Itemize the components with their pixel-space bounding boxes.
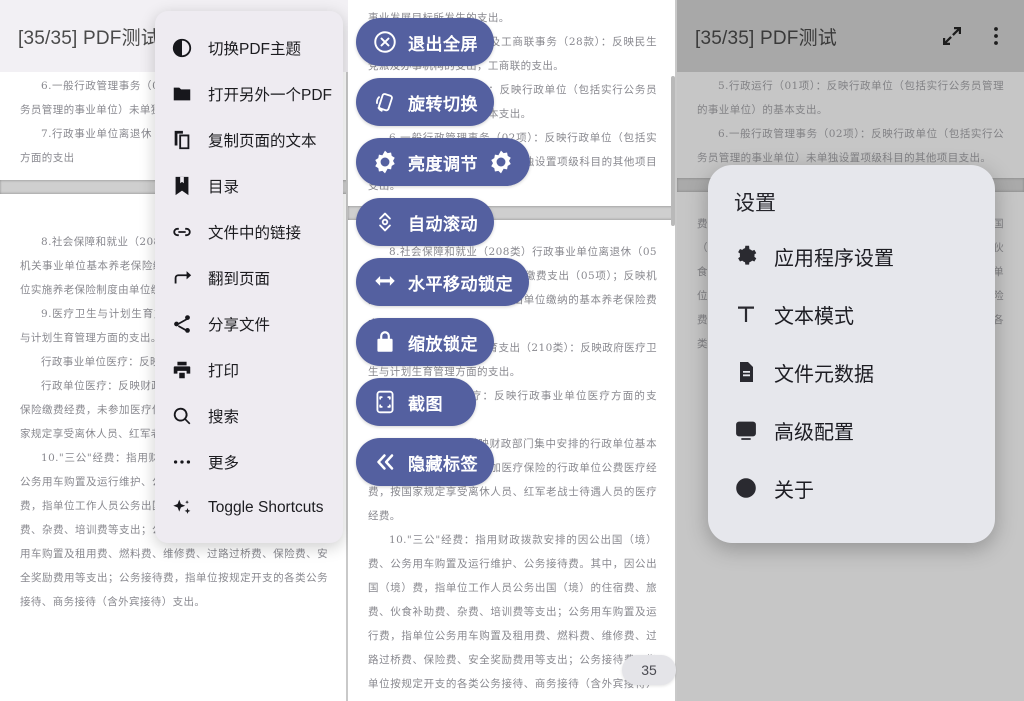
pdf-viewer-panel-left: 6.一般行政管理事务（02项）：反映行政单位（包括实行公务员管理的事业单位）未单… <box>0 0 348 701</box>
settings-item-app-settings[interactable]: 应用程序设置 <box>708 227 995 285</box>
settings-item-file-metadata[interactable]: 文件元数据 <box>708 343 995 401</box>
expand-arrows-icon[interactable] <box>940 24 964 48</box>
menu-item-label: Toggle Shortcuts <box>208 499 324 516</box>
menu-item-table-of-contents[interactable]: 目录 <box>155 163 343 209</box>
more-horizontal-icon <box>171 451 193 473</box>
menu-item-label: 文件中的链接 <box>208 225 302 242</box>
brightness-icon[interactable] <box>488 149 514 175</box>
page-number-badge[interactable]: 35 <box>622 655 676 685</box>
settings-item-label: 关于 <box>774 479 814 502</box>
settings-item-label: 文件元数据 <box>774 363 874 386</box>
settings-dialog[interactable]: 设置 应用程序设置 文本模式 文件元数据 高级配置 关于 <box>708 165 995 543</box>
menu-item-label: 目录 <box>208 179 240 196</box>
pill-label: 亮度调节 <box>408 154 478 174</box>
chevrons-left-icon <box>372 449 398 475</box>
pdf-viewer-panel-right: 5.行政运行（01项）：反映行政单位（包括实行公务员管理的事业单位）的基本支出。… <box>677 0 1024 701</box>
text-mode-icon <box>734 302 758 326</box>
pill-hide-labels[interactable]: 隐藏标签 <box>356 438 494 486</box>
menu-item-label: 打开另外一个PDF <box>208 87 333 104</box>
pdf-paragraph: 5.行政运行（01项）：反映行政单位（包括实行公务员管理的事业单位）的基本支出。… <box>677 74 1024 170</box>
auto-scroll-icon <box>372 209 398 235</box>
copy-icon <box>171 129 193 151</box>
menu-item-go-to-page[interactable]: 翻到页面 <box>155 255 343 301</box>
menu-item-search[interactable]: 搜索 <box>155 393 343 439</box>
menu-item-label: 切换PDF主题 <box>208 41 302 58</box>
print-icon <box>171 359 193 381</box>
pill-label: 缩放锁定 <box>408 334 478 354</box>
settings-item-label: 高级配置 <box>774 421 854 444</box>
pill-label: 截图 <box>408 394 443 414</box>
menu-item-open-another-pdf[interactable]: 打开另外一个PDF <box>155 71 343 117</box>
advanced-config-icon <box>734 418 758 442</box>
close-circle-icon <box>372 29 398 55</box>
share-icon <box>171 313 193 335</box>
rotate-icon <box>372 89 398 115</box>
pill-zoom-lock[interactable]: 缩放锁定 <box>356 318 494 366</box>
folder-icon <box>171 83 193 105</box>
menu-item-print[interactable]: 打印 <box>155 347 343 393</box>
menu-item-share-file[interactable]: 分享文件 <box>155 301 343 347</box>
settings-title: 设置 <box>734 192 776 215</box>
goto-page-icon <box>171 267 193 289</box>
pdf-line: 5.行政运行（01项）：反映行政单位（包括实行公务员管理的事业单位）的基本支出。 <box>697 80 1004 116</box>
pill-brightness[interactable]: 亮度调节 <box>356 138 530 186</box>
pill-label: 旋转切换 <box>408 94 478 114</box>
gear-icon <box>734 244 758 268</box>
menu-item-toggle-pdf-theme[interactable]: 切换PDF主题 <box>155 25 343 71</box>
brightness-icon <box>372 149 398 175</box>
menu-item-links-in-document[interactable]: 文件中的链接 <box>155 209 343 255</box>
settings-item-advanced-config[interactable]: 高级配置 <box>708 401 995 459</box>
header-actions <box>940 24 1024 48</box>
screenshot-icon <box>372 389 398 415</box>
pill-horizontal-move-lock[interactable]: 水平移动锁定 <box>356 258 529 306</box>
pill-auto-scroll[interactable]: 自动滚动 <box>356 198 494 246</box>
bookmark-icon <box>171 175 193 197</box>
menu-item-more[interactable]: 更多 <box>155 439 343 485</box>
contrast-icon <box>171 37 193 59</box>
settings-item-text-mode[interactable]: 文本模式 <box>708 285 995 343</box>
pill-label: 隐藏标签 <box>408 454 478 474</box>
page-title: [35/35] PDF测试 <box>18 27 160 49</box>
pill-screenshot[interactable]: 截图 <box>356 378 476 426</box>
page-title: [35/35] PDF测试 <box>695 27 837 49</box>
pill-label: 水平移动锁定 <box>408 274 513 294</box>
sparkle-icon <box>171 497 193 519</box>
pill-exit-fullscreen[interactable]: 退出全屏 <box>356 18 494 66</box>
menu-item-label: 搜索 <box>208 409 240 426</box>
menu-item-label: 更多 <box>208 455 240 472</box>
menu-item-label: 分享文件 <box>208 317 271 334</box>
menu-item-label: 翻到页面 <box>208 271 271 288</box>
overflow-dropdown-menu[interactable]: 切换PDF主题 打开另外一个PDF 复制页面的文本 目录 文件中的链接 翻到页面 <box>155 11 343 543</box>
pdf-viewer-panel-middle: 事业发展目标所发生的支出。 （201类）民生党派及工商联事务（28款）：反映民生… <box>348 0 677 701</box>
viewer-header-right: [35/35] PDF测试 <box>677 0 1024 72</box>
menu-item-label: 打印 <box>208 363 240 380</box>
horizontal-arrows-icon <box>372 269 398 295</box>
menu-item-copy-page-text[interactable]: 复制页面的文本 <box>155 117 343 163</box>
pill-label: 自动滚动 <box>408 214 478 234</box>
menu-item-toggle-shortcuts[interactable]: Toggle Shortcuts <box>155 485 343 531</box>
document-icon <box>734 360 758 384</box>
more-vertical-icon[interactable] <box>984 24 1008 48</box>
menu-item-label: 复制页面的文本 <box>208 133 317 150</box>
search-icon <box>171 405 193 427</box>
app-root: 6.一般行政管理事务（02项）：反映行政单位（包括实行公务员管理的事业单位）未单… <box>0 0 1024 701</box>
lock-icon <box>372 329 398 355</box>
vertical-scrollbar[interactable] <box>671 76 675 226</box>
pill-rotate-toggle[interactable]: 旋转切换 <box>356 78 494 126</box>
pill-label: 退出全屏 <box>408 34 478 54</box>
link-icon <box>171 221 193 243</box>
shortcut-pill-list: 退出全屏 旋转切换 亮度调节 自动滚动 水平移动锁定 缩放锁定 截图 隐藏标签 <box>356 18 536 498</box>
settings-item-about[interactable]: 关于 <box>708 459 995 517</box>
pdf-line: 6.一般行政管理事务（02项）：反映行政单位（包括实行公务员管理的事业单位）未单… <box>697 128 1004 164</box>
settings-item-label: 文本模式 <box>774 305 854 328</box>
info-icon <box>734 476 758 500</box>
settings-item-label: 应用程序设置 <box>774 247 894 270</box>
pdf-line: 10."三公"经费：指用财政拨款安排的因公出国（境）费、公务用车购置及运行维护、… <box>368 534 657 690</box>
